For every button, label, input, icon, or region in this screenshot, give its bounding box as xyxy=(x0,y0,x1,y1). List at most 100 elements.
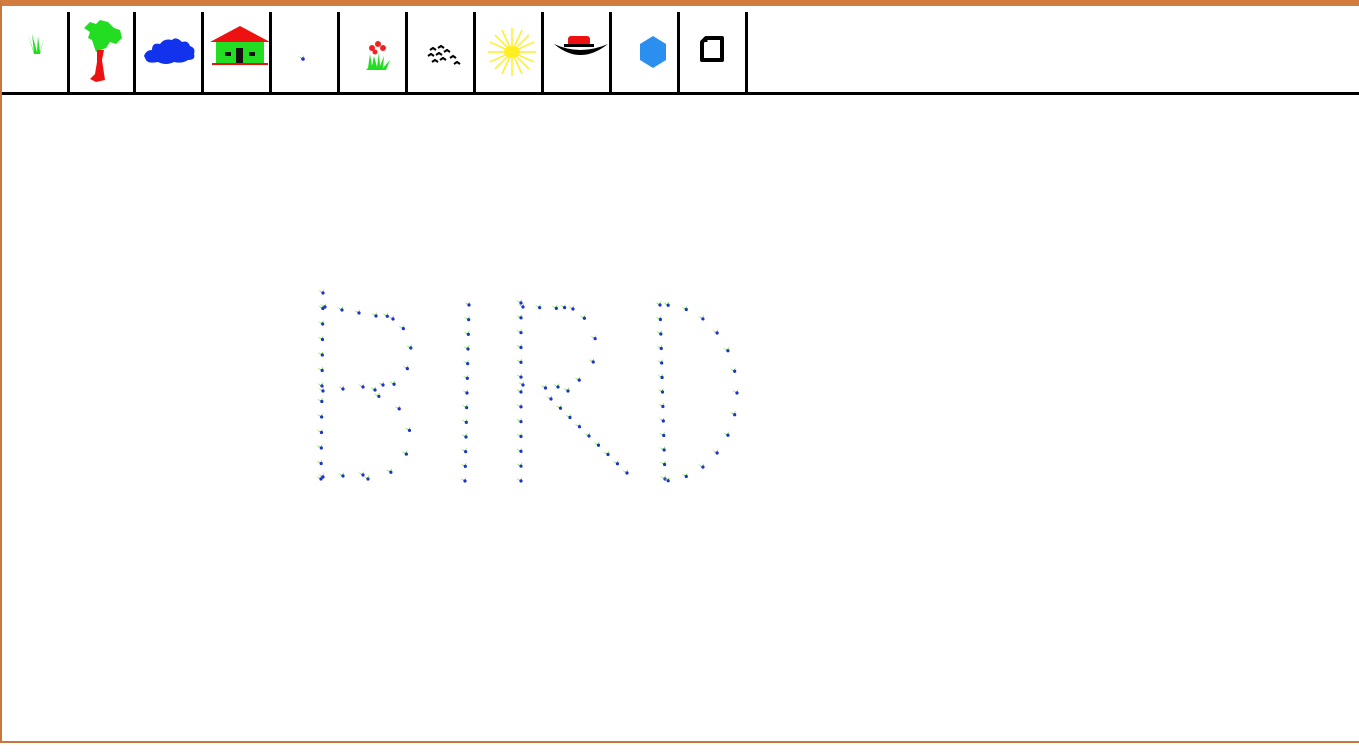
bird-stamp xyxy=(402,364,409,371)
bird-stamp xyxy=(603,450,610,457)
bird-stamp xyxy=(559,303,567,310)
tool-sun[interactable] xyxy=(478,12,544,92)
bird-stamp xyxy=(462,359,470,366)
bird-stamp xyxy=(681,472,688,479)
bird-stamp xyxy=(516,313,523,320)
bird-stamp xyxy=(516,432,523,439)
bird-stamp xyxy=(316,444,323,450)
bird-stamp xyxy=(401,450,408,456)
bird-stamp xyxy=(461,433,468,439)
tool-bird[interactable] xyxy=(274,12,340,92)
bird-stamp xyxy=(553,383,560,389)
tool-eraser[interactable] xyxy=(682,12,748,92)
bird-stamp xyxy=(389,380,396,386)
bird-stamp xyxy=(316,413,324,419)
stamp-toolbar xyxy=(2,12,1359,95)
bird-stamp xyxy=(404,426,412,433)
bird-stamp xyxy=(658,417,665,423)
bird-stamp xyxy=(588,357,595,364)
bird-stamp xyxy=(316,397,324,404)
bird-stamp xyxy=(655,301,662,307)
bird-stamp xyxy=(655,330,663,336)
bird-stamp xyxy=(463,345,470,351)
bird-stamp xyxy=(593,441,601,447)
tool-house[interactable] xyxy=(206,12,272,92)
tool-cloud[interactable] xyxy=(138,12,204,92)
bird-stamp xyxy=(534,303,542,310)
eraser-icon xyxy=(700,36,724,62)
bird-stamp xyxy=(354,309,361,315)
grass-icon xyxy=(28,34,44,54)
tool-grass[interactable] xyxy=(4,12,70,92)
bird-stamp xyxy=(663,301,670,307)
bird-stamp xyxy=(540,384,548,390)
bird-stamp xyxy=(337,306,344,312)
bird-stamp xyxy=(373,392,381,399)
bird-stamp xyxy=(460,447,468,454)
tool-boat[interactable] xyxy=(546,12,612,92)
bird-stamp xyxy=(516,343,523,350)
bird-stamp xyxy=(318,387,325,393)
bird-stamp xyxy=(579,314,586,320)
bird-stamp xyxy=(338,472,345,478)
bird-stamp xyxy=(317,335,325,342)
bird-stamp xyxy=(388,315,395,321)
bird-flock-icon xyxy=(427,44,461,65)
bird-stamp xyxy=(658,431,666,438)
flowers-icon xyxy=(366,41,390,70)
bird-stamp xyxy=(516,328,523,335)
bird-stamp xyxy=(656,344,663,351)
bird-stamp xyxy=(463,330,470,336)
tool-tree[interactable] xyxy=(70,12,136,92)
bird-stamp xyxy=(697,463,705,469)
bird-stamp xyxy=(518,381,525,387)
tool-bird-flock[interactable] xyxy=(410,12,476,92)
bird-stamp xyxy=(697,314,705,321)
tool-hexagon[interactable] xyxy=(614,12,680,92)
bird-small-icon xyxy=(298,55,305,61)
bird-stamp xyxy=(464,301,471,307)
drawing-canvas[interactable] xyxy=(4,95,1359,747)
bird-stamp xyxy=(659,460,667,467)
bird-stamp xyxy=(385,468,393,474)
bird-stamp xyxy=(371,312,378,318)
bird-stamp xyxy=(378,381,385,387)
tool-flowers[interactable] xyxy=(342,12,408,92)
cloud-icon xyxy=(144,38,195,64)
bird-stamp xyxy=(729,410,737,417)
bird-stamp xyxy=(516,417,523,424)
bird-stamp xyxy=(461,418,468,424)
bird-stamp xyxy=(317,351,324,357)
bird-stamp xyxy=(555,404,563,410)
bird-stamp xyxy=(612,459,620,466)
bird-stamp xyxy=(660,475,667,481)
bird-stamp xyxy=(681,305,688,312)
app-window xyxy=(0,0,1359,743)
bird-stamp xyxy=(574,376,581,382)
bird-stamp xyxy=(722,431,730,437)
bird-stamp xyxy=(590,334,597,341)
bird-stamp xyxy=(712,328,719,335)
hexagon-icon xyxy=(640,36,666,68)
bird-stamp xyxy=(655,315,663,322)
bird-stamp xyxy=(516,402,523,409)
bird-stamp xyxy=(370,386,377,392)
bird-stamp xyxy=(358,383,365,389)
bird-stamp xyxy=(574,422,582,429)
bird-stamp xyxy=(398,324,405,331)
bird-stamp xyxy=(460,462,467,468)
bird-stamp xyxy=(659,446,666,452)
bird-stamp xyxy=(729,367,737,373)
bird-stamp xyxy=(516,373,523,379)
bird-stamp xyxy=(622,469,629,475)
bird-stamp xyxy=(516,388,523,394)
bird-stamp xyxy=(516,477,523,483)
bird-stamp xyxy=(394,404,401,411)
bird-stamp xyxy=(516,447,523,453)
bird-stamp xyxy=(318,289,325,295)
bird-stamp xyxy=(551,304,558,310)
bird-stamp xyxy=(316,459,323,466)
bird-stamp xyxy=(462,374,469,380)
bird-stamp xyxy=(461,403,469,410)
bird-stamp xyxy=(317,382,324,388)
